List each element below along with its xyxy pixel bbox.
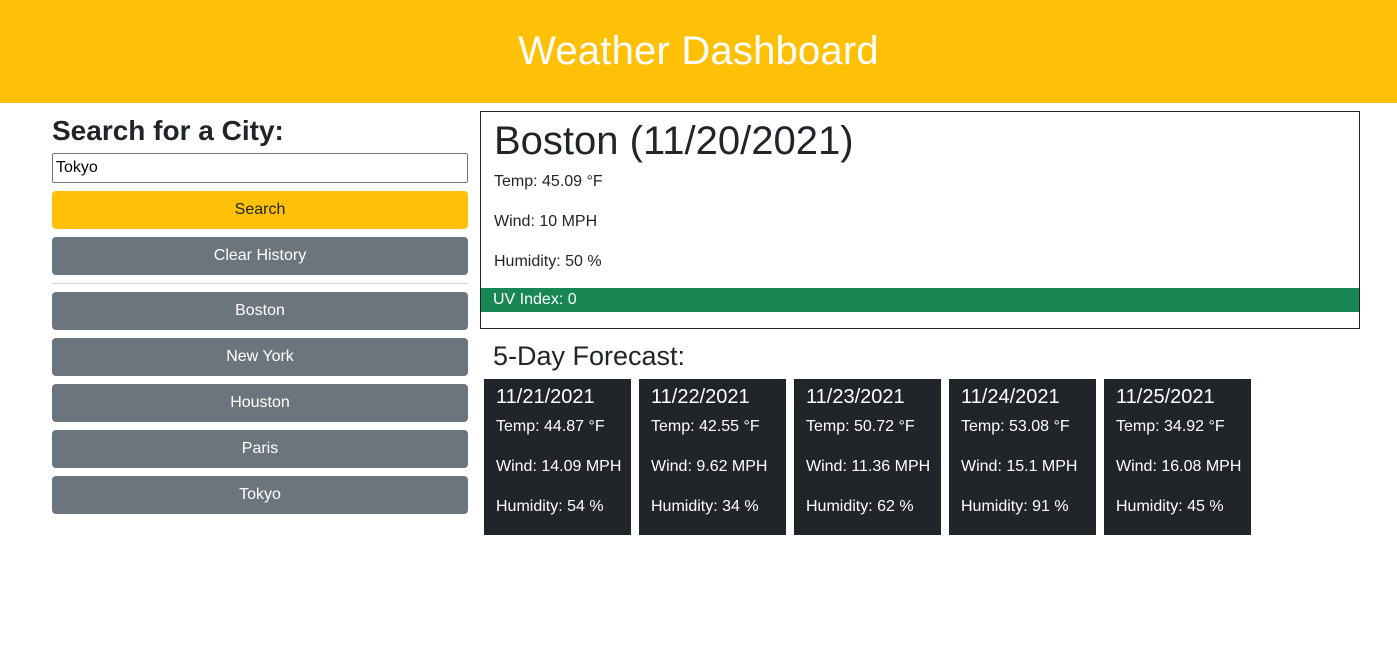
forecast-card: 11/22/2021 Temp: 42.55 °F Wind: 9.62 MPH… bbox=[639, 379, 786, 535]
forecast-heading: 5-Day Forecast: bbox=[493, 341, 686, 371]
page-title: Weather Dashboard bbox=[518, 29, 879, 73]
page-header: Weather Dashboard bbox=[0, 0, 1397, 103]
forecast-humidity: Humidity: 62 % bbox=[806, 498, 914, 515]
forecast-temp: Temp: 34.92 °F bbox=[1116, 418, 1225, 435]
city-search-input[interactable] bbox=[52, 153, 468, 183]
search-button[interactable]: Search bbox=[52, 191, 468, 229]
forecast-humidity: Humidity: 54 % bbox=[496, 498, 604, 515]
forecast-date: 11/21/2021 bbox=[496, 386, 595, 408]
forecast-wind: Wind: 11.36 MPH bbox=[806, 458, 931, 475]
forecast-date: 11/25/2021 bbox=[1116, 386, 1215, 408]
history-item-new-york[interactable]: New York bbox=[52, 338, 468, 376]
history-item-paris[interactable]: Paris bbox=[52, 430, 468, 468]
forecast-wind: Wind: 15.1 MPH bbox=[961, 458, 1078, 475]
forecast-humidity: Humidity: 91 % bbox=[961, 498, 1069, 515]
forecast-temp: Temp: 44.87 °F bbox=[496, 418, 605, 435]
uv-index-badge: UV Index: 0 bbox=[481, 288, 1359, 312]
search-sidebar: Search for a City: Search Clear History … bbox=[52, 112, 468, 522]
forecast-card: 11/25/2021 Temp: 34.92 °F Wind: 16.08 MP… bbox=[1104, 379, 1251, 535]
current-weather-card: Boston (11/20/2021) Temp: 45.09 °F Wind:… bbox=[480, 111, 1360, 329]
forecast-card: 11/23/2021 Temp: 50.72 °F Wind: 11.36 MP… bbox=[794, 379, 941, 535]
forecast-card: 11/24/2021 Temp: 53.08 °F Wind: 15.1 MPH… bbox=[949, 379, 1096, 535]
forecast-wind: Wind: 16.08 MPH bbox=[1116, 458, 1242, 475]
current-humidity: Humidity: 50 % bbox=[494, 253, 602, 270]
forecast-wind: Wind: 9.62 MPH bbox=[651, 458, 768, 475]
search-history-list: Boston New York Houston Paris Tokyo bbox=[52, 292, 468, 514]
history-item-tokyo[interactable]: Tokyo bbox=[52, 476, 468, 514]
sidebar-divider bbox=[52, 283, 468, 284]
forecast-date: 11/22/2021 bbox=[651, 386, 750, 408]
forecast-card: 11/21/2021 Temp: 44.87 °F Wind: 14.09 MP… bbox=[484, 379, 631, 535]
history-item-houston[interactable]: Houston bbox=[52, 384, 468, 422]
forecast-list: 11/21/2021 Temp: 44.87 °F Wind: 14.09 MP… bbox=[484, 379, 1259, 535]
forecast-temp: Temp: 53.08 °F bbox=[961, 418, 1070, 435]
forecast-date: 11/23/2021 bbox=[806, 386, 905, 408]
current-wind: Wind: 10 MPH bbox=[494, 213, 598, 230]
current-temp: Temp: 45.09 °F bbox=[494, 173, 603, 190]
forecast-wind: Wind: 14.09 MPH bbox=[496, 458, 622, 475]
search-heading: Search for a City: bbox=[52, 115, 284, 146]
history-item-boston[interactable]: Boston bbox=[52, 292, 468, 330]
forecast-humidity: Humidity: 45 % bbox=[1116, 498, 1224, 515]
forecast-date: 11/24/2021 bbox=[961, 386, 1060, 408]
current-city-title: Boston (11/20/2021) bbox=[494, 119, 854, 163]
clear-history-button[interactable]: Clear History bbox=[52, 237, 468, 275]
forecast-humidity: Humidity: 34 % bbox=[651, 498, 759, 515]
forecast-temp: Temp: 50.72 °F bbox=[806, 418, 915, 435]
forecast-temp: Temp: 42.55 °F bbox=[651, 418, 760, 435]
